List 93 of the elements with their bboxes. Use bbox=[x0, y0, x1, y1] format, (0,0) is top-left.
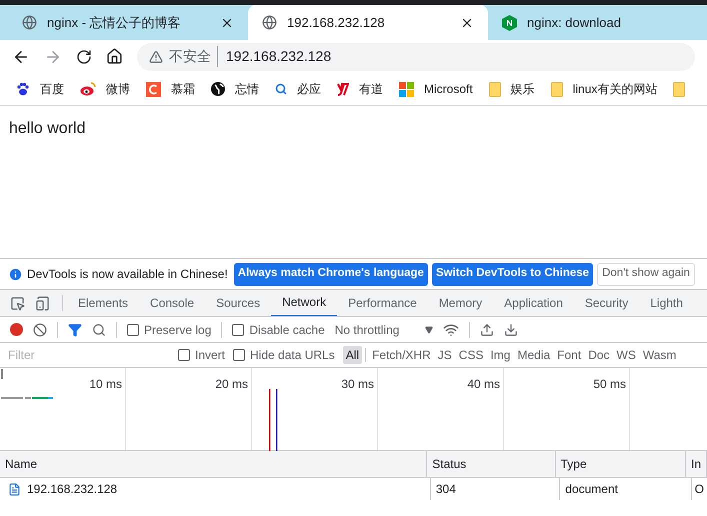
time-tick: 10 ms bbox=[89, 376, 122, 393]
devtools-tab[interactable]: Console bbox=[139, 290, 206, 316]
disable-cache-option[interactable]: Disable cache bbox=[232, 320, 325, 338]
info-button[interactable]: Always match Chrome's language bbox=[234, 262, 428, 286]
column-header[interactable]: Status bbox=[427, 451, 556, 477]
filter-field[interactable]: Filter bbox=[4, 345, 170, 365]
eye-logo-icon bbox=[80, 82, 96, 96]
upload-icon[interactable] bbox=[480, 322, 494, 336]
checkbox[interactable] bbox=[233, 349, 246, 361]
browser-tab[interactable]: 192.168.232.128 bbox=[248, 5, 488, 40]
invert-option[interactable]: Invert bbox=[178, 346, 226, 364]
time-tick: 40 ms bbox=[467, 376, 500, 393]
type-filter[interactable]: JS bbox=[434, 346, 455, 364]
page-text: hello world bbox=[9, 119, 86, 139]
caret-icon bbox=[425, 326, 434, 334]
type-filter[interactable]: Media bbox=[514, 346, 554, 364]
table-cell-text: O bbox=[694, 481, 705, 498]
browser-tab[interactable]: nginx - 忘情公子的博客 bbox=[8, 5, 248, 40]
info-icon bbox=[8, 266, 23, 282]
bookmark[interactable]: 娱乐 bbox=[488, 80, 535, 98]
tab-title: nginx: download bbox=[527, 14, 622, 32]
column-header[interactable]: Name bbox=[0, 451, 428, 477]
warning-icon bbox=[149, 50, 163, 64]
filter-icon[interactable] bbox=[68, 322, 82, 336]
hide-data-urls-option[interactable]: Hide data URLs bbox=[233, 346, 335, 364]
devtools-tab[interactable]: Elements bbox=[67, 290, 140, 316]
network-conditions-icon[interactable] bbox=[443, 322, 460, 338]
search-icon[interactable] bbox=[92, 322, 106, 336]
checkbox[interactable] bbox=[232, 324, 244, 336]
bookmark[interactable]: 慕霜 bbox=[146, 80, 195, 98]
bookmark[interactable]: Microsoft bbox=[399, 80, 473, 98]
globe-icon bbox=[22, 15, 37, 30]
table-cell: 192.168.232.128 bbox=[0, 478, 431, 500]
bookmark[interactable]: linux有关的网站 bbox=[550, 80, 658, 98]
devtools-tab[interactable]: Memory bbox=[428, 290, 494, 316]
column-header[interactable]: Type bbox=[556, 451, 686, 477]
time-tick: 20 ms bbox=[215, 376, 248, 393]
devtools-tab[interactable]: Security bbox=[574, 290, 640, 316]
security-label: 不安全 bbox=[169, 46, 218, 67]
folder-icon bbox=[488, 82, 501, 96]
address-bar[interactable]: 不安全 192.168.232.128 bbox=[137, 42, 695, 70]
globe-icon bbox=[262, 15, 277, 30]
paw-icon bbox=[16, 82, 30, 96]
folder-icon bbox=[550, 82, 563, 96]
bookmark[interactable]: 必应 bbox=[275, 80, 321, 98]
browser-tab[interactable]: nginx: download bbox=[488, 5, 707, 40]
document-icon bbox=[8, 482, 21, 496]
devtools-tab[interactable]: Application bbox=[493, 290, 574, 316]
type-filter[interactable]: Wasm bbox=[640, 346, 680, 364]
record-button[interactable] bbox=[10, 323, 23, 336]
info-message: DevTools is now available in Chinese! bbox=[27, 266, 228, 283]
info-button[interactable]: Don't show again bbox=[597, 262, 695, 286]
type-filter[interactable]: All bbox=[342, 346, 362, 364]
checkbox[interactable] bbox=[127, 324, 139, 336]
type-filter[interactable]: Img bbox=[487, 346, 514, 364]
home-icon[interactable] bbox=[106, 48, 123, 65]
type-filter[interactable]: CSS bbox=[456, 346, 486, 364]
table-cell: document bbox=[560, 478, 692, 500]
devtools-tab[interactable]: Lighth bbox=[639, 290, 694, 316]
four-squares-logo-icon bbox=[399, 82, 414, 96]
download-icon[interactable] bbox=[504, 322, 518, 336]
time-tick: 30 ms bbox=[341, 376, 374, 393]
throttling-dropdown[interactable]: No throttling bbox=[334, 320, 434, 338]
column-header[interactable]: In bbox=[686, 451, 707, 477]
table-cell: 304 bbox=[430, 478, 560, 500]
hexagon-logo-icon bbox=[502, 14, 517, 30]
devtools-tab[interactable]: Sources bbox=[205, 290, 272, 316]
bookmark[interactable]: 百度 bbox=[16, 80, 64, 98]
bookmark[interactable]: 微博 bbox=[80, 80, 130, 98]
devtools-tab[interactable]: Performance bbox=[337, 290, 428, 316]
bookmark[interactable]: 忘情 bbox=[211, 80, 259, 98]
type-filter[interactable]: Doc bbox=[585, 346, 613, 364]
device-icon[interactable] bbox=[35, 296, 50, 310]
clear-icon[interactable] bbox=[33, 322, 47, 336]
letter-logo-icon bbox=[146, 82, 161, 96]
folder-icon bbox=[673, 82, 686, 96]
devtools-tab[interactable]: Network bbox=[271, 290, 338, 316]
info-button[interactable]: Switch DevTools to Chinese bbox=[432, 262, 594, 286]
search-icon bbox=[275, 83, 287, 95]
inspect-icon[interactable] bbox=[10, 296, 25, 310]
type-filter[interactable]: Font bbox=[554, 346, 584, 364]
bookmark[interactable]: 有道 bbox=[337, 80, 383, 98]
url-text: 192.168.232.128 bbox=[225, 47, 332, 66]
reload-icon[interactable] bbox=[76, 48, 92, 64]
globe-icon bbox=[211, 82, 225, 96]
tab-title: 192.168.232.128 bbox=[287, 14, 386, 32]
checkbox[interactable] bbox=[178, 349, 190, 361]
type-filter[interactable]: WS bbox=[614, 346, 639, 364]
type-filter[interactable]: Fetch/XHR bbox=[369, 346, 434, 364]
tab-title: nginx - 忘情公子的博客 bbox=[47, 14, 182, 32]
preserve-log-option[interactable]: Preserve log bbox=[127, 320, 212, 338]
letter-logo-icon bbox=[337, 82, 349, 96]
time-tick: 50 ms bbox=[593, 376, 626, 393]
